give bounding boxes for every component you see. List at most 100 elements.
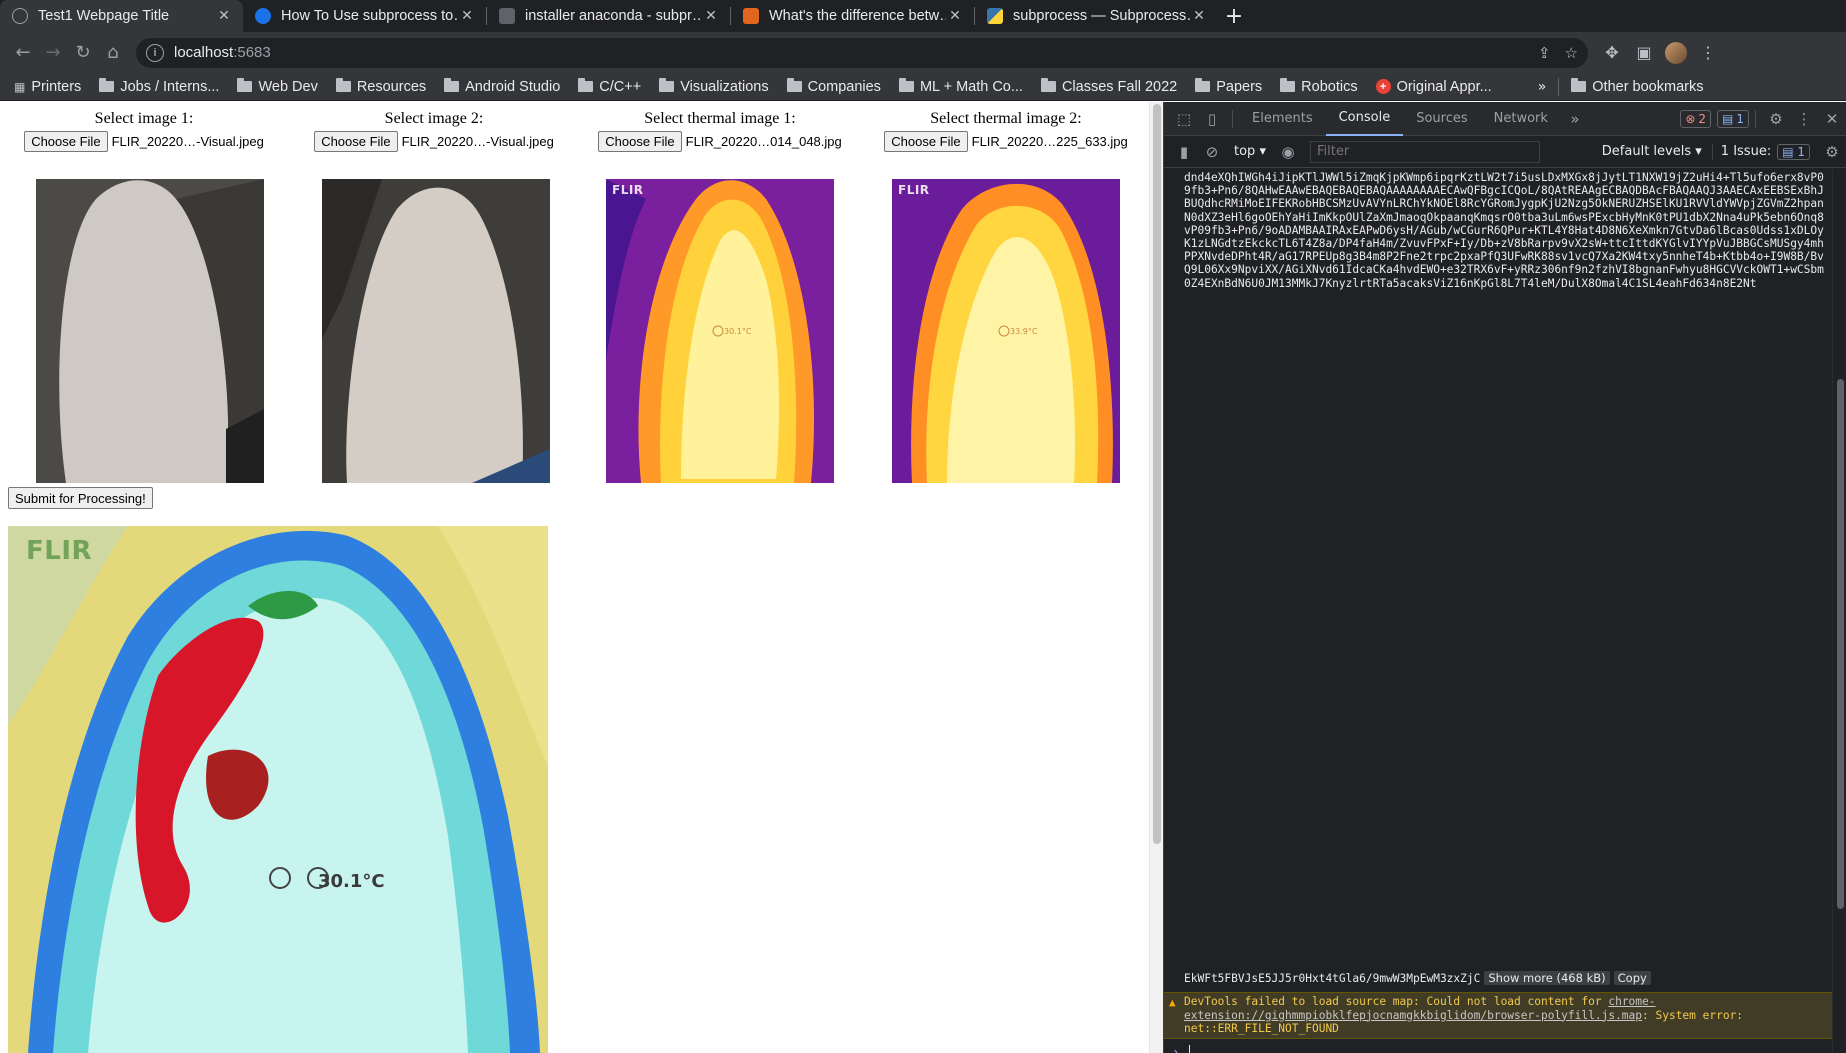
close-icon[interactable]: ✕ [702, 8, 720, 24]
bookmark-label: Resources [356, 78, 427, 95]
info-count: 1 [1736, 111, 1744, 126]
star-icon[interactable]: ☆ [1565, 44, 1578, 62]
upload-image-2: Select image 2: Choose File FLIR_20220…-… [292, 110, 576, 152]
devtools-tab-elements[interactable]: Elements [1239, 102, 1326, 136]
console-filter-input[interactable] [1309, 140, 1540, 163]
file-name: FLIR_20220…225_633.jpg [971, 134, 1128, 149]
close-icon[interactable]: ✕ [946, 8, 964, 24]
copy-button[interactable]: Copy [1613, 971, 1651, 985]
choose-file-button[interactable]: Choose File [884, 131, 968, 152]
clear-console-icon[interactable]: ⊘ [1198, 138, 1226, 166]
devtools-tab-network[interactable]: Network [1481, 102, 1561, 136]
close-devtools-icon[interactable]: ✕ [1818, 105, 1846, 133]
folder-icon [99, 78, 115, 92]
page-scrollbar[interactable] [1149, 102, 1163, 1053]
tab-test1[interactable]: Test1 Webpage Title ✕ [0, 0, 243, 32]
bookmark-folder[interactable]: Papers [1195, 78, 1262, 95]
bookmark-original-appr[interactable]: + Original Appr... [1375, 79, 1492, 95]
close-icon[interactable]: ✕ [1190, 8, 1208, 24]
bookmark-folder[interactable]: Web Dev [237, 78, 318, 95]
error-count-badge[interactable]: ⊗ 2 [1680, 109, 1712, 128]
text-caret [1189, 1044, 1191, 1053]
bookmark-folder[interactable]: ML + Math Co... [898, 78, 1023, 95]
inspect-icon[interactable]: ⬚ [1170, 105, 1198, 133]
address-bar[interactable]: i localhost:5683 ⇪ ☆ [136, 37, 1588, 68]
tab-strip: Test1 Webpage Title ✕ How To Use subproc… [0, 0, 1846, 32]
menu-icon[interactable]: ⋮ [1692, 38, 1724, 68]
warning-icon: ▲ [1169, 996, 1176, 1009]
tab-difference[interactable]: What's the difference betw… ✕ [731, 0, 974, 32]
other-bookmarks[interactable]: Other bookmarks [1571, 78, 1704, 95]
new-tab-button[interactable]: + [1218, 0, 1250, 32]
issues-badge: ▤ 1 [1777, 143, 1810, 160]
bookmark-label: Jobs / Interns... [120, 78, 220, 95]
bookmark-printers[interactable]: ▦ Printers [14, 79, 81, 95]
context-label: top [1234, 144, 1256, 159]
choose-file-button[interactable]: Choose File [24, 131, 108, 152]
bookmarks-overflow-button[interactable]: » [1538, 79, 1547, 95]
flir-logo: FLIR [898, 183, 930, 197]
devtools-tab-console[interactable]: Console [1325, 102, 1404, 136]
sidepanel-icon[interactable]: ▣ [1628, 38, 1660, 68]
device-toolbar-icon[interactable]: ▯ [1198, 105, 1226, 133]
console-settings-gear-icon[interactable]: ⚙ [1818, 138, 1846, 166]
stackoverflow-icon [743, 8, 759, 24]
console-scrollbar[interactable] [1832, 169, 1846, 1053]
bookmark-folder[interactable]: Jobs / Interns... [99, 78, 220, 95]
bookmark-folder[interactable]: Visualizations [659, 78, 769, 95]
bookmark-folder[interactable]: Classes Fall 2022 [1040, 78, 1178, 95]
info-count-badge[interactable]: ▤ 1 [1717, 109, 1749, 128]
console-filter-bar: ▮ ⊘ top ▾ ◉ Default levels ▾ 1 Issue: ▤ 1… [1164, 136, 1846, 168]
submit-button[interactable]: Submit for Processing! [8, 487, 153, 509]
sidebar-toggle-icon[interactable]: ▮ [1170, 138, 1198, 166]
page-content: Select image 1: Choose File FLIR_20220…-… [0, 102, 1163, 1053]
tab-title: How To Use subprocess to… [281, 8, 458, 24]
digitalocean-icon [255, 8, 271, 24]
bookmark-folder[interactable]: Companies [786, 78, 881, 95]
tab-subprocess-howto[interactable]: How To Use subprocess to… ✕ [243, 0, 486, 32]
settings-gear-icon[interactable]: ⚙ [1762, 105, 1790, 133]
close-icon[interactable]: ✕ [215, 8, 233, 24]
bookmark-folder[interactable]: Robotics [1280, 78, 1358, 95]
visual-image-2 [322, 179, 550, 483]
back-arrow-icon[interactable]: ← [8, 38, 38, 68]
original-appr-icon: + [1375, 79, 1391, 94]
file-name: FLIR_20220…-Visual.jpeg [401, 134, 554, 149]
globe-icon [12, 8, 28, 24]
message-icon: ▤ [1722, 111, 1734, 126]
folder-icon [1280, 78, 1296, 92]
more-tabs-icon[interactable]: » [1561, 105, 1589, 133]
bookmarks-separator [1558, 77, 1560, 96]
eye-icon[interactable]: ◉ [1274, 138, 1302, 166]
devtools-tab-sources[interactable]: Sources [1403, 102, 1480, 136]
choose-file-button[interactable]: Choose File [314, 131, 398, 152]
error-icon: ⊗ [1685, 111, 1696, 126]
tab-subprocess-docs[interactable]: subprocess — Subprocess… ✕ [975, 0, 1218, 32]
info-icon[interactable]: i [146, 43, 164, 62]
context-selector[interactable]: top ▾ [1234, 144, 1266, 159]
profile-avatar[interactable] [1660, 38, 1692, 68]
reload-icon[interactable]: ↻ [68, 38, 98, 68]
bookmark-folder[interactable]: Resources [335, 78, 427, 95]
show-more-button[interactable]: Show more (468 kB) [1484, 971, 1610, 985]
devtools-panel: ⬚ ▯ Elements Console Sources Network » ⊗… [1163, 102, 1846, 1053]
folder-icon [335, 78, 351, 92]
issues-counter[interactable]: 1 Issue: ▤ 1 [1711, 143, 1818, 160]
bookmark-label: Robotics [1301, 78, 1358, 95]
upload-label: Select thermal image 2: [930, 110, 1082, 127]
bookmark-label: Classes Fall 2022 [1061, 78, 1178, 95]
home-icon[interactable]: ⌂ [98, 38, 128, 68]
log-levels-dropdown[interactable]: Default levels ▾ [1602, 144, 1702, 159]
choose-file-button[interactable]: Choose File [598, 131, 682, 152]
close-icon[interactable]: ✕ [458, 8, 476, 24]
bookmark-folder[interactable]: Android Studio [444, 78, 561, 95]
tab-installer-anaconda[interactable]: installer anaconda - subpr… ✕ [487, 0, 730, 32]
bookmark-folder[interactable]: C/C++ [578, 78, 641, 95]
console-prompt[interactable]: › [1164, 1039, 1833, 1053]
share-icon[interactable]: ⇪ [1538, 44, 1551, 62]
extensions-icon[interactable]: ✥ [1596, 38, 1628, 68]
kebab-menu-icon[interactable]: ⋮ [1790, 105, 1818, 133]
bookmark-label: Android Studio [465, 78, 561, 95]
bookmark-label: Other bookmarks [1592, 78, 1704, 95]
forward-arrow-icon[interactable]: → [38, 38, 68, 68]
